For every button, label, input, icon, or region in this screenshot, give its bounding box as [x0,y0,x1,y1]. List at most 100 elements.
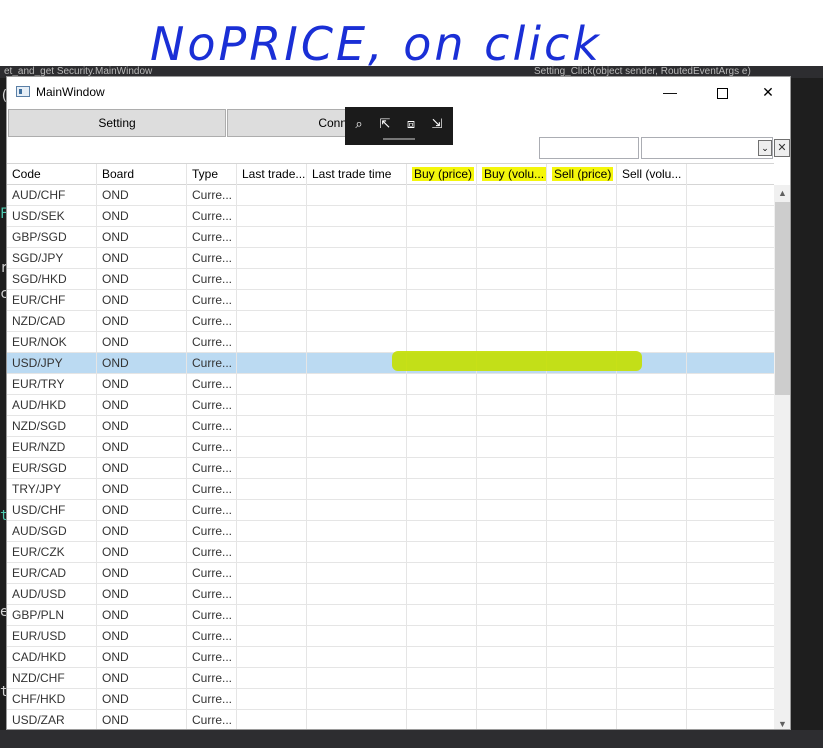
table-cell[interactable] [407,332,477,352]
table-row[interactable]: NZD/CHF OND Curre... [7,668,774,689]
track-focus-icon[interactable]: ⇲ [428,115,446,133]
table-cell[interactable]: EUR/CHF [7,290,97,310]
table-cell[interactable] [237,353,307,373]
table-cell[interactable]: OND [97,395,187,415]
table-cell[interactable] [477,290,547,310]
table-cell[interactable] [237,416,307,436]
table-cell[interactable] [237,626,307,646]
table-row[interactable]: AUD/HKD OND Curre... [7,395,774,416]
select-element-icon[interactable]: ⇱ [376,115,394,133]
table-cell[interactable] [307,395,407,415]
table-cell[interactable]: Curre... [187,437,237,457]
table-cell[interactable] [547,521,617,541]
table-cell[interactable] [237,668,307,688]
table-cell[interactable] [407,626,477,646]
table-cell[interactable] [547,479,617,499]
table-cell[interactable]: OND [97,479,187,499]
table-cell[interactable] [237,185,307,205]
column-header[interactable]: Code [7,164,97,185]
table-cell[interactable] [477,584,547,604]
table-cell[interactable] [407,227,477,247]
table-row[interactable]: SGD/JPY OND Curre... [7,248,774,269]
table-cell[interactable]: NZD/CHF [7,668,97,688]
table-cell[interactable]: OND [97,437,187,457]
table-cell[interactable] [617,689,687,709]
table-cell[interactable]: OND [97,248,187,268]
table-cell[interactable] [307,647,407,667]
column-header[interactable]: Buy (price) [407,164,477,185]
filter-input[interactable] [539,137,639,159]
table-cell[interactable]: EUR/CZK [7,542,97,562]
table-cell[interactable] [407,479,477,499]
scroll-up-icon[interactable]: ▲ [774,185,790,202]
table-cell[interactable] [547,458,617,478]
table-row[interactable]: CAD/HKD OND Curre... [7,647,774,668]
table-cell[interactable] [477,437,547,457]
table-cell[interactable] [477,500,547,520]
table-cell[interactable] [547,626,617,646]
table-cell[interactable] [547,290,617,310]
table-cell[interactable] [477,542,547,562]
table-cell[interactable] [617,269,687,289]
table-cell[interactable]: OND [97,563,187,583]
table-cell[interactable] [617,563,687,583]
table-cell[interactable] [407,395,477,415]
table-cell[interactable]: Curre... [187,311,237,331]
table-cell[interactable] [547,332,617,352]
table-row[interactable]: NZD/SGD OND Curre... [7,416,774,437]
table-cell[interactable] [547,437,617,457]
table-cell[interactable] [237,500,307,520]
table-cell[interactable] [307,689,407,709]
table-cell[interactable]: CAD/HKD [7,647,97,667]
table-cell[interactable] [617,437,687,457]
table-cell[interactable]: OND [97,185,187,205]
table-cell[interactable] [237,647,307,667]
table-cell[interactable]: OND [97,311,187,331]
table-cell[interactable] [237,437,307,457]
table-cell[interactable] [237,269,307,289]
table-cell[interactable] [307,290,407,310]
table-cell[interactable] [477,227,547,247]
table-cell[interactable]: AUD/USD [7,584,97,604]
table-cell[interactable] [237,689,307,709]
table-cell[interactable] [477,395,547,415]
table-cell[interactable] [547,269,617,289]
table-cell[interactable] [477,668,547,688]
table-cell[interactable] [617,227,687,247]
table-cell[interactable] [407,710,477,729]
column-header[interactable]: Sell (price) [547,164,617,185]
display-adorners-icon[interactable]: ⧈ [402,115,420,133]
table-cell[interactable]: EUR/NZD [7,437,97,457]
table-cell[interactable] [547,647,617,667]
table-cell[interactable] [617,374,687,394]
table-cell[interactable]: GBP/SGD [7,227,97,247]
table-row[interactable]: EUR/NZD OND Curre... [7,437,774,458]
clear-filter-button[interactable]: ✕ [774,139,790,157]
table-cell[interactable]: EUR/SGD [7,458,97,478]
table-cell[interactable] [237,458,307,478]
table-cell[interactable]: USD/SEK [7,206,97,226]
table-cell[interactable]: NZD/CAD [7,311,97,331]
table-cell[interactable] [547,311,617,331]
table-cell[interactable]: Curre... [187,269,237,289]
table-cell[interactable]: OND [97,668,187,688]
table-cell[interactable] [407,689,477,709]
table-cell[interactable] [547,374,617,394]
table-cell[interactable] [617,206,687,226]
table-cell[interactable] [477,479,547,499]
table-row[interactable]: USD/ZAR OND Curre... [7,710,774,729]
table-cell[interactable]: Curre... [187,668,237,688]
column-header[interactable]: Sell (volu... [617,164,687,185]
table-cell[interactable] [547,668,617,688]
table-cell[interactable] [237,521,307,541]
table-cell[interactable] [617,479,687,499]
table-cell[interactable] [237,710,307,729]
table-cell[interactable] [407,206,477,226]
table-cell[interactable] [307,416,407,436]
table-cell[interactable]: Curre... [187,479,237,499]
scroll-down-icon[interactable]: ▼ [774,717,790,729]
table-cell[interactable] [477,311,547,331]
table-row[interactable]: GBP/PLN OND Curre... [7,605,774,626]
table-cell[interactable] [617,710,687,729]
table-cell[interactable]: Curre... [187,689,237,709]
